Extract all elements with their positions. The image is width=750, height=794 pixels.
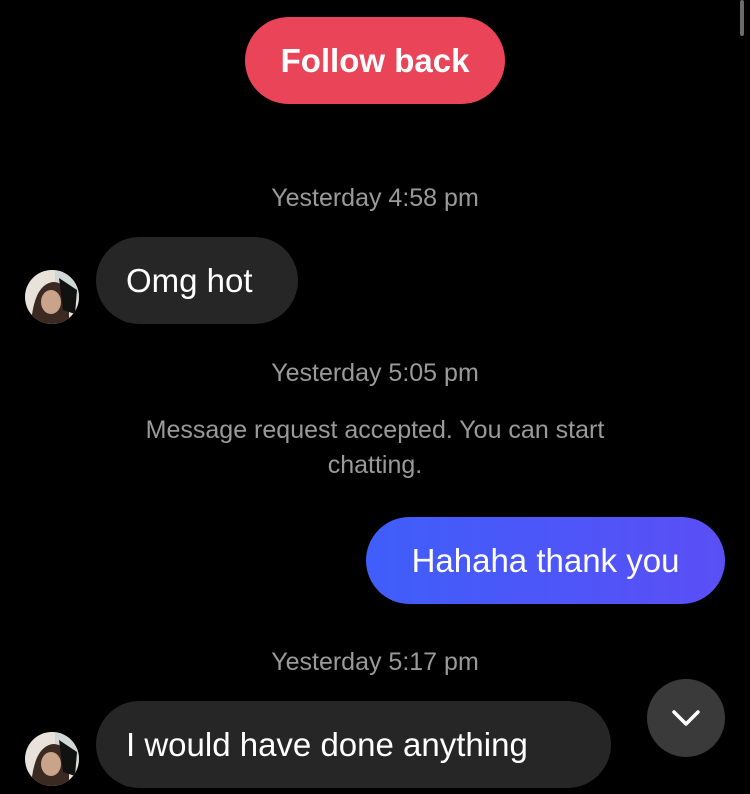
- message-bubble-incoming[interactable]: Omg hot: [96, 237, 298, 324]
- message-timestamp: Yesterday 5:05 pm: [271, 359, 479, 387]
- message-timestamp: Yesterday 5:17 pm: [271, 648, 479, 676]
- avatar-image: [25, 270, 79, 324]
- message-bubble-incoming[interactable]: I would have done anything: [96, 701, 611, 788]
- message-bubble-outgoing[interactable]: Hahaha thank you: [366, 517, 725, 604]
- avatar-image: [25, 732, 79, 786]
- chevron-down-icon: [672, 710, 700, 726]
- avatar[interactable]: [25, 270, 79, 324]
- scroll-indicator[interactable]: [740, 0, 744, 36]
- follow-back-button[interactable]: Follow back: [245, 17, 505, 104]
- scroll-down-button[interactable]: [647, 679, 725, 757]
- system-message: Message request accepted. You can start …: [145, 416, 605, 479]
- message-timestamp: Yesterday 4:58 pm: [271, 184, 479, 212]
- avatar[interactable]: [25, 732, 79, 786]
